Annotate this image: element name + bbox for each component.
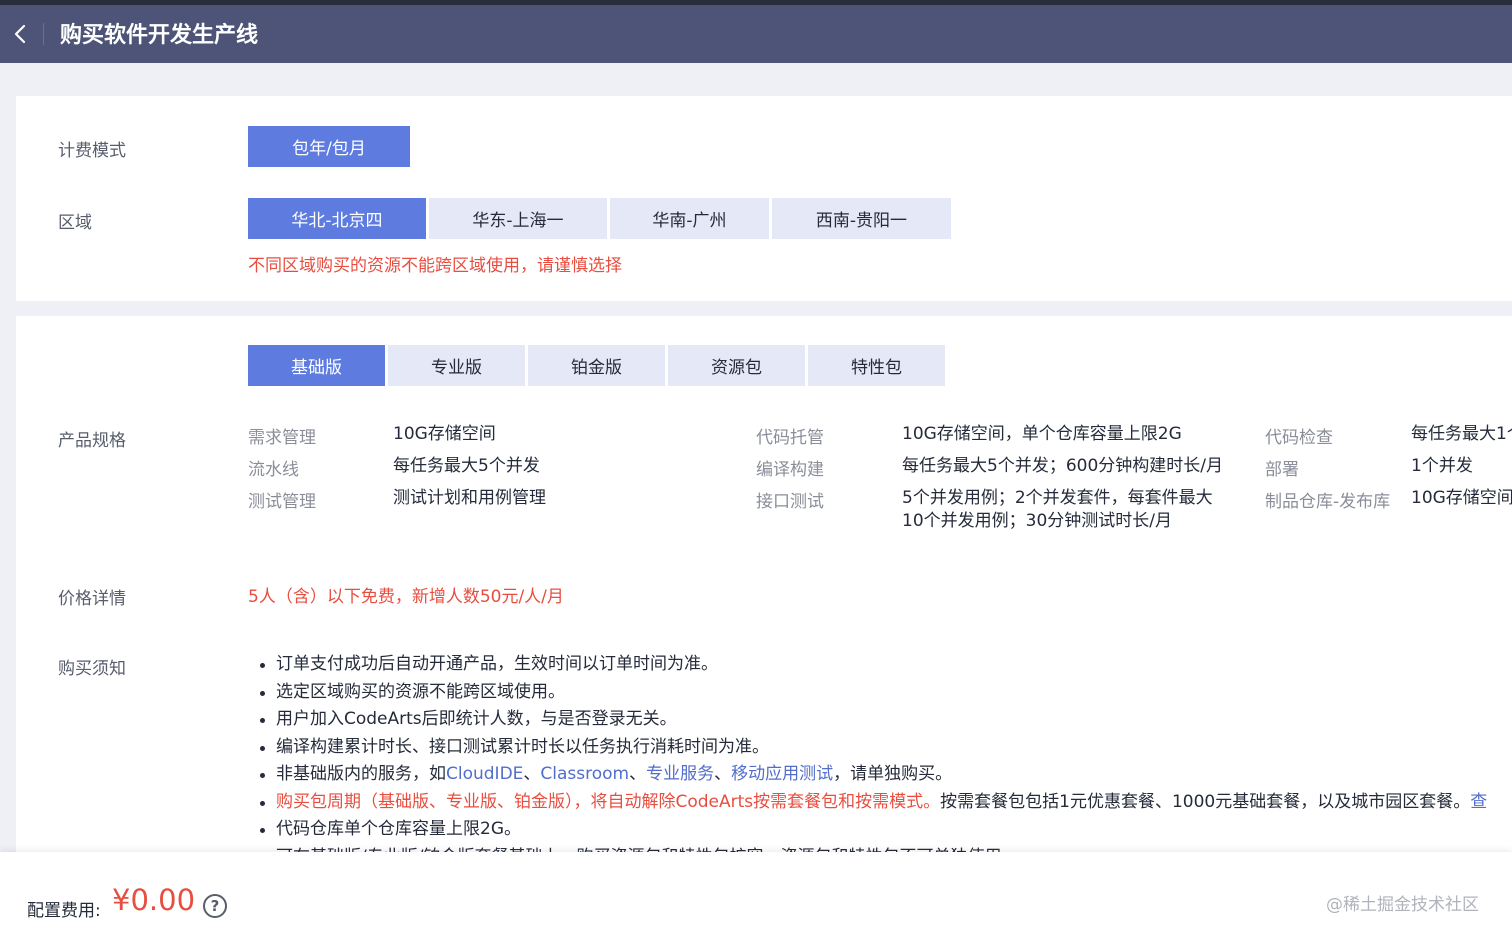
back-arrow-icon[interactable]: [8, 20, 32, 48]
link-cloudide[interactable]: CloudIDE: [446, 764, 523, 784]
header-divider: [43, 23, 44, 45]
spec-key-build: 编译构建: [756, 460, 824, 480]
package-view-link[interactable]: 查: [1470, 792, 1487, 812]
services-separator: 、: [629, 764, 647, 784]
region-label: 区域: [58, 213, 92, 233]
price-label: 价格详情: [58, 589, 126, 609]
link-professional-services[interactable]: 专业服务: [646, 764, 714, 784]
spec-key-deploy: 部署: [1265, 460, 1299, 480]
spec-value-build: 每任务最大5个并发；600分钟构建时长/月: [902, 456, 1223, 476]
spec-value-code-hosting: 10G存储空间，单个仓库容量上限2G: [902, 424, 1182, 444]
tab-platinum-edition[interactable]: 铂金版: [528, 345, 665, 386]
tab-resource-pack[interactable]: 资源包: [668, 345, 805, 386]
watermark: @稀土掘金技术社区: [1326, 895, 1479, 915]
notice-item: 代码仓库单个仓库容量上限2G。: [248, 816, 1512, 844]
notice-list: 订单支付成功后自动开通产品，生效时间以订单时间为准。 选定区域购买的资源不能跨区…: [248, 651, 1512, 871]
spec-value-requirements: 10G存储空间: [393, 424, 496, 444]
notice-item: 选定区域购买的资源不能跨区域使用。: [248, 679, 1512, 707]
region-warning: 不同区域购买的资源不能跨区域使用，请谨慎选择: [248, 256, 622, 276]
link-mobile-app-testing[interactable]: 移动应用测试: [731, 764, 833, 784]
notice-item: 编译构建累计时长、接口测试累计时长以任务执行消耗时间为准。: [248, 734, 1512, 762]
spec-label: 产品规格: [58, 431, 126, 451]
region-option-guiyang1[interactable]: 西南-贵阳一: [772, 198, 951, 239]
spec-value-code-check: 每任务最大1个并发: [1411, 424, 1512, 444]
spec-key-testing: 测试管理: [248, 492, 316, 512]
region-option-beijing4[interactable]: 华北-北京四: [248, 198, 426, 239]
price-text: 5人（含）以下免费，新增人数50元/人/月: [248, 587, 564, 607]
services-separator: 、: [523, 764, 541, 784]
services-separator: 、: [714, 764, 732, 784]
tab-feature-pack[interactable]: 特性包: [808, 345, 945, 386]
top-bar: 购买软件开发生产线: [0, 0, 1512, 63]
package-warning: 购买包周期（基础版、专业版、铂金版），将自动解除CodeArts按需套餐包和按需…: [276, 791, 941, 812]
spec-key-requirements: 需求管理: [248, 428, 316, 448]
spec-key-code-hosting: 代码托管: [756, 428, 824, 448]
link-classroom[interactable]: Classroom: [540, 764, 629, 784]
spec-value-api-test-line2: 10个并发用例；30分钟测试时长/月: [902, 511, 1172, 531]
notice-item: 用户加入CodeArts后即统计人数，与是否登录无关。: [248, 706, 1512, 734]
spec-value-api-test: 5个并发用例；2个并发套件，每套件最大: [902, 488, 1213, 508]
billing-region-card: 计费模式 包年/包月 区域 华北-北京四 华东-上海一 华南-广州 西南-贵阳一…: [16, 96, 1512, 301]
notice-label: 购买须知: [58, 659, 126, 679]
tab-basic-edition[interactable]: 基础版: [248, 345, 385, 386]
region-option-shanghai1[interactable]: 华东-上海一: [429, 198, 607, 239]
region-option-guangzhou[interactable]: 华南-广州: [610, 198, 769, 239]
notice-item: 订单支付成功后自动开通产品，生效时间以订单时间为准。: [248, 651, 1512, 679]
spec-value-deploy: 1个并发: [1411, 456, 1473, 476]
package-description: 按需套餐包包括1元优惠套餐、1000元基础套餐，以及城市园区套餐。: [940, 791, 1471, 812]
services-prefix: 非基础版内的服务，如: [276, 764, 446, 784]
product-card: 基础版 专业版 铂金版 资源包 特性包 产品规格 需求管理 10G存储空间 流水…: [16, 316, 1512, 876]
fee-amount: ¥0.00: [112, 883, 196, 917]
services-suffix: ，请单独购买。: [833, 764, 953, 784]
fee-label: 配置费用:: [27, 901, 101, 921]
help-icon[interactable]: ?: [203, 894, 227, 918]
spec-key-api-test: 接口测试: [756, 492, 824, 512]
page-title: 购买软件开发生产线: [60, 23, 259, 48]
spec-key-code-check: 代码检查: [1265, 428, 1333, 448]
notice-item-services: 非基础版内的服务，如CloudIDE、Classroom、专业服务、移动应用测试…: [248, 761, 1512, 789]
spec-value-artifact: 10G存储空间: [1411, 488, 1512, 508]
spec-value-pipeline: 每任务最大5个并发: [393, 456, 540, 476]
tab-professional-edition[interactable]: 专业版: [388, 345, 525, 386]
billing-mode-label: 计费模式: [58, 141, 126, 161]
billing-option-monthly[interactable]: 包年/包月: [248, 126, 410, 167]
notice-item-package: 购买包周期（基础版、专业版、铂金版），将自动解除CodeArts按需套餐包和按需…: [248, 789, 1512, 817]
footer-bar: 配置费用: ¥0.00 ? @稀土掘金技术社区: [0, 852, 1512, 937]
spec-key-pipeline: 流水线: [248, 460, 299, 480]
spec-key-artifact: 制品仓库-发布库: [1265, 492, 1391, 512]
spec-value-testing: 测试计划和用例管理: [393, 488, 546, 508]
